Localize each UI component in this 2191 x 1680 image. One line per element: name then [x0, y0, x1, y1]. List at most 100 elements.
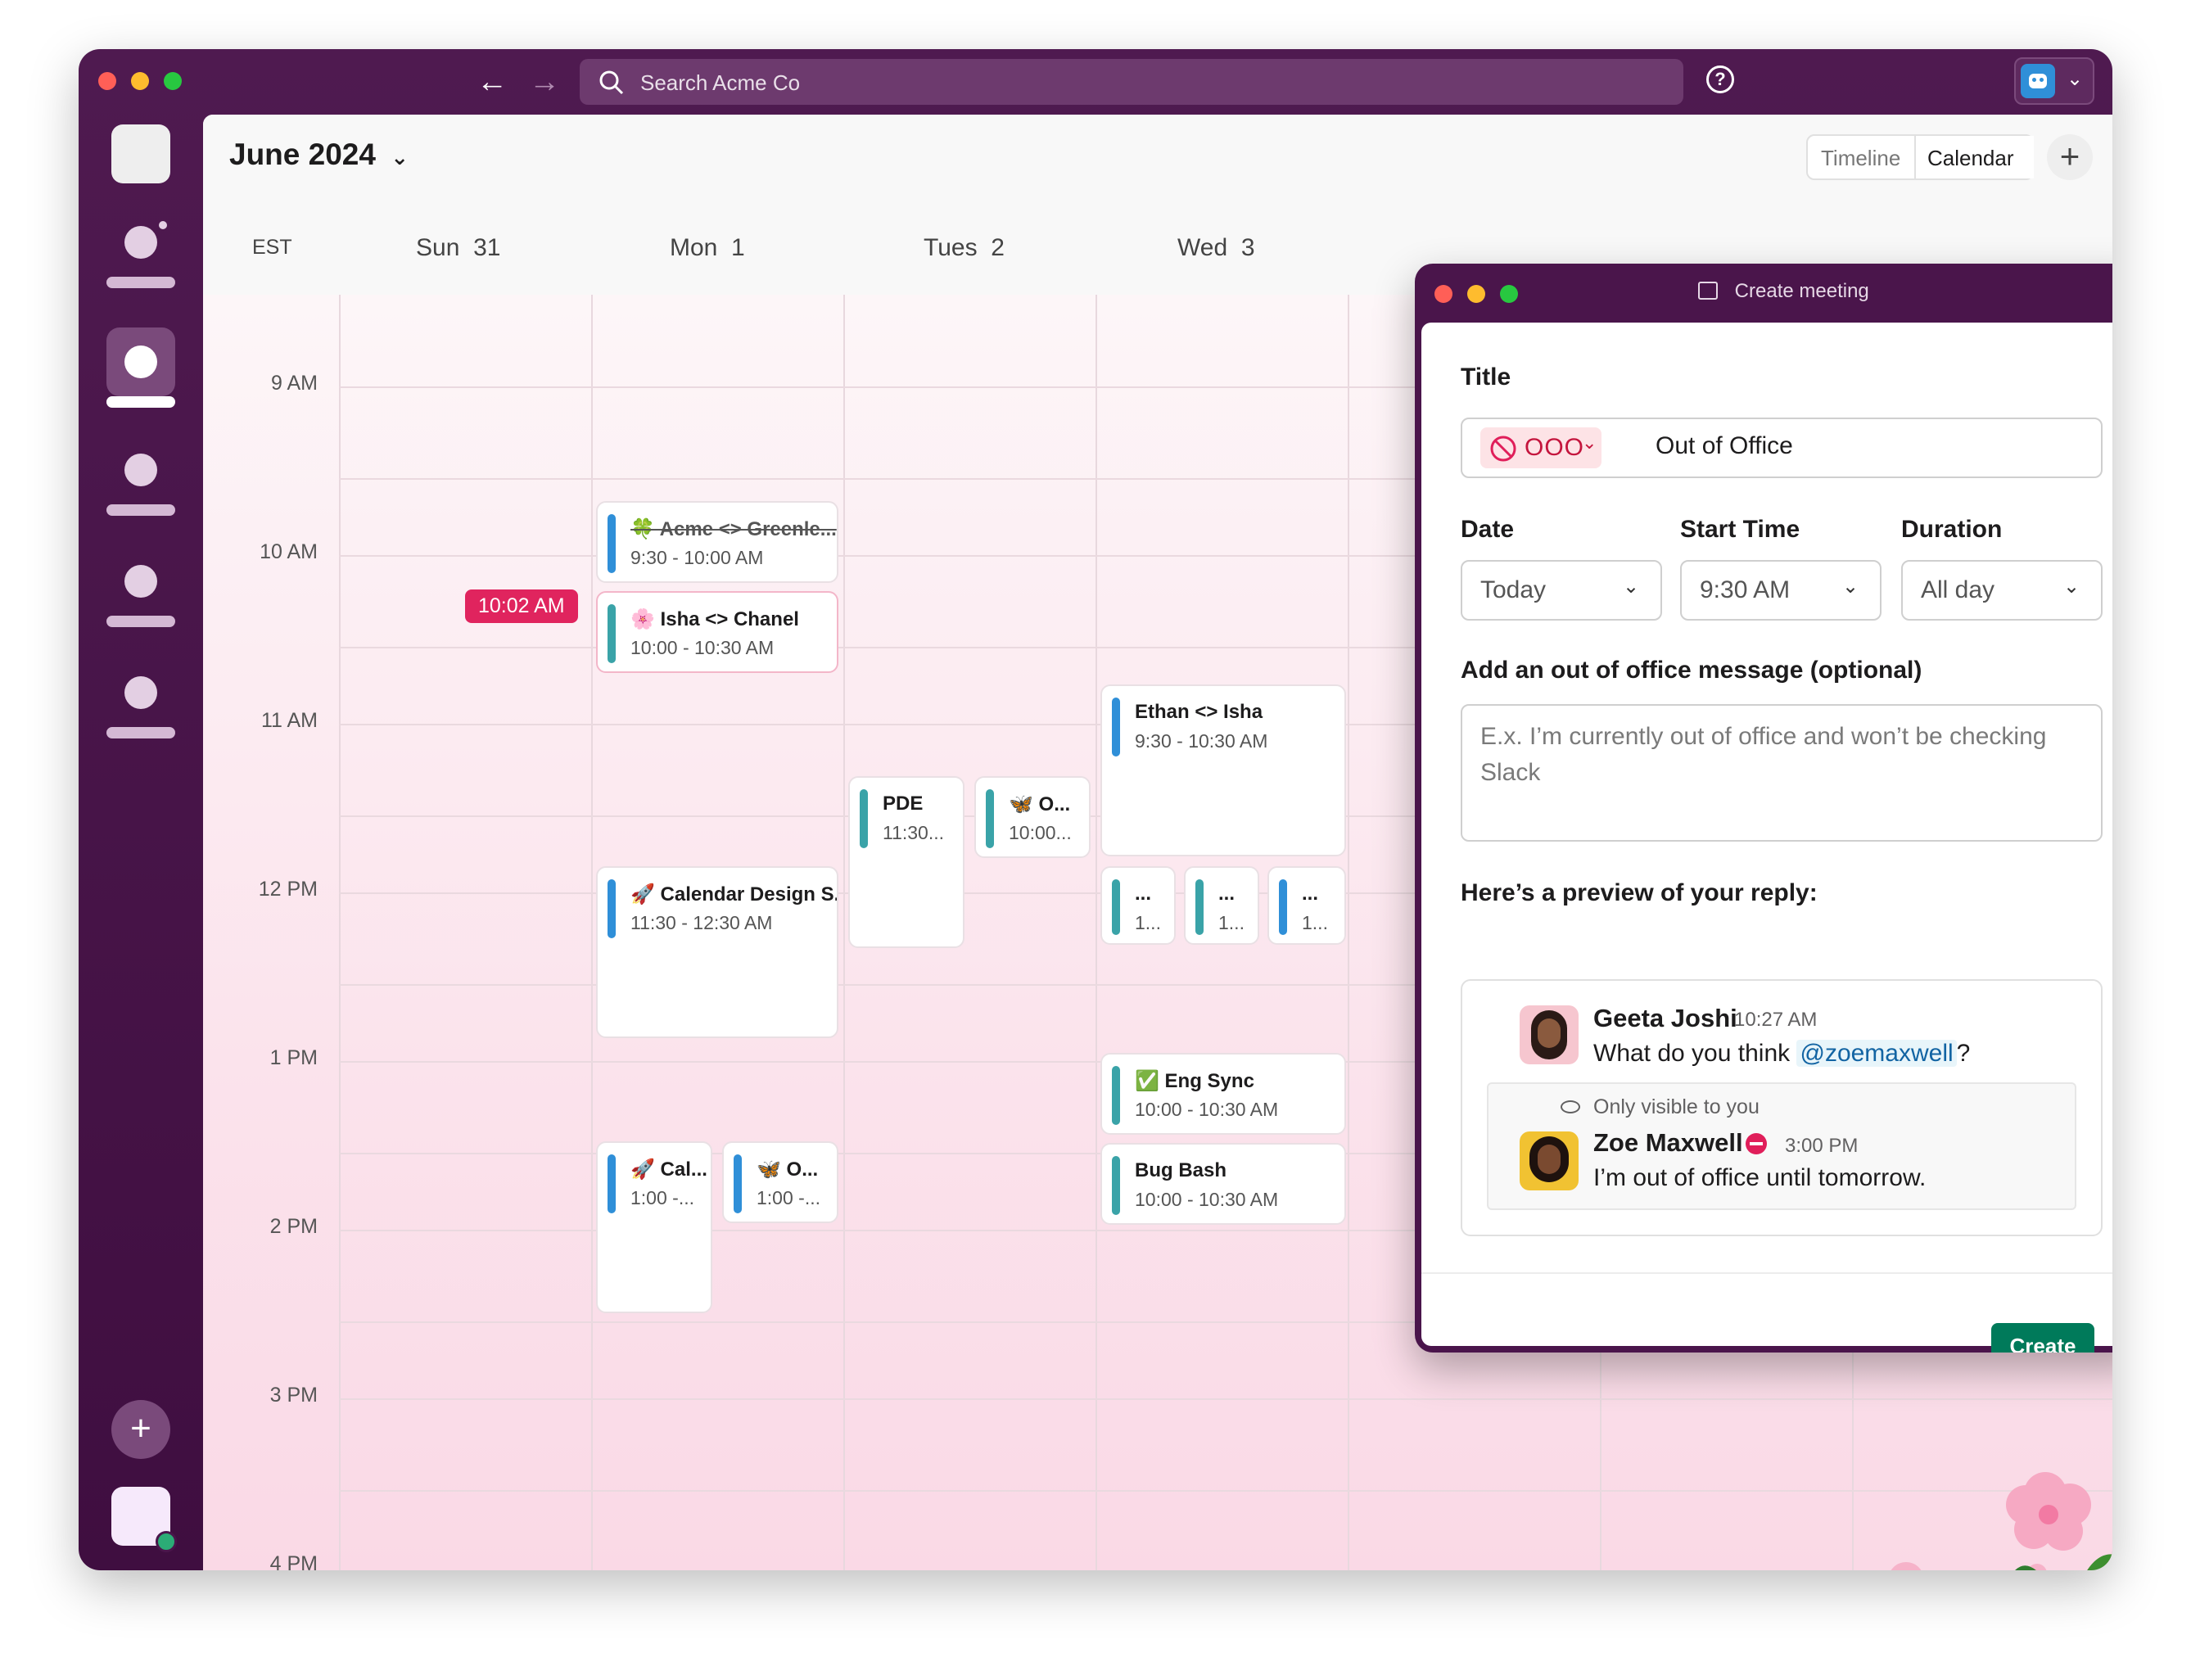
no-entry-icon — [1746, 1133, 1767, 1154]
zoom-dialog-button[interactable] — [1500, 285, 1518, 303]
chevron-down-icon: ⌄ — [1623, 576, 1640, 598]
date-label: Date — [1461, 516, 1515, 543]
message-time-2: 3:00 PM — [1785, 1135, 1859, 1157]
sidebar-item-home[interactable] — [106, 221, 175, 295]
message-text-1: What do you think @zoemaxwell? — [1593, 1040, 1971, 1067]
message-text-2: I’m out of office until tomorrow. — [1593, 1164, 1927, 1191]
day-header-wed[interactable]: Wed 3 — [1177, 234, 1255, 262]
month-selector[interactable]: June 2024 ⌄ — [229, 138, 409, 172]
time-label-9am: 9 AM — [271, 372, 318, 395]
workspace-avatar-button[interactable]: ⌄ — [2014, 57, 2094, 105]
arrow-right-icon[interactable]: → — [529, 65, 560, 98]
event-card[interactable]: 🦋 O... 10:00... — [974, 776, 1091, 858]
event-card[interactable]: 🦋 O... 1:00 -... — [722, 1141, 838, 1223]
help-circle-icon[interactable]: ? — [1706, 65, 1734, 93]
day-header-tues[interactable]: Tues 2 — [924, 234, 1005, 262]
zoe-avatar — [1520, 1131, 1579, 1190]
event-card[interactable]: ... 1... — [1267, 866, 1346, 945]
message-time-1: 10:27 AM — [1734, 1009, 1818, 1031]
event-card[interactable]: Ethan <> Isha 9:30 - 10:30 AM — [1100, 684, 1346, 856]
message-textarea[interactable]: E.x. I’m currently out of office and won… — [1461, 704, 2103, 842]
robot-avatar-icon — [2021, 64, 2055, 98]
time-label-12pm: 12 PM — [258, 878, 318, 901]
arrow-left-icon[interactable]: ← — [477, 65, 508, 98]
day-header-sun[interactable]: Sun 31 — [416, 234, 500, 262]
user-avatar[interactable] — [111, 1487, 177, 1552]
dialog-body: Title OOO ⌄ Out of Office Date Start Tim… — [1421, 323, 2112, 1353]
dialog-divider — [1421, 1272, 2112, 1274]
cherry-blossom-decoration — [1891, 1472, 2112, 1570]
tab-timeline[interactable]: Timeline — [1821, 146, 1900, 171]
search-input[interactable]: Search Acme Co — [580, 59, 1683, 105]
message-label: Add an out of office message (optional) — [1461, 657, 1922, 684]
event-card[interactable]: 🚀 Cal... 1:00 -... — [596, 1141, 712, 1313]
start-time-select[interactable]: 9:30 AM ⌄ — [1680, 560, 1882, 621]
event-card[interactable]: Bug Bash 10:00 - 10:30 AM — [1100, 1143, 1346, 1225]
minimize-dialog-button[interactable] — [1467, 285, 1485, 303]
ephemeral-message: Only visible to you Zoe Maxwell 3:00 PM … — [1487, 1082, 2076, 1210]
time-label-3pm: 3 PM — [269, 1384, 318, 1407]
add-event-button[interactable]: + — [2047, 134, 2093, 180]
zoom-window-button[interactable] — [164, 72, 182, 90]
time-label-11am: 11 AM — [260, 709, 318, 732]
tab-calendar[interactable]: Calendar — [1927, 146, 2014, 171]
search-icon — [599, 70, 624, 95]
search-placeholder: Search Acme Co — [640, 70, 801, 95]
sidebar-item-dms[interactable] — [106, 454, 175, 522]
time-label-2pm: 2 PM — [269, 1215, 318, 1238]
view-toggle: Timeline Calendar — [1806, 134, 2034, 180]
duration-label: Duration — [1901, 516, 2003, 543]
no-entry-icon — [1490, 436, 1516, 462]
sidebar-item-more[interactable] — [106, 676, 175, 745]
app-window: ← → Search Acme Co ? ⌄ + June 2024 ⌄ Tim… — [79, 49, 2112, 1570]
time-label-1pm: 1 PM — [269, 1046, 318, 1069]
status-chip-label: OOO — [1525, 434, 1585, 461]
chevron-down-icon: ⌄ — [391, 145, 409, 169]
start-time-label: Start Time — [1680, 516, 1800, 543]
sender-name-zoe: Zoe Maxwell — [1593, 1128, 1743, 1157]
create-button[interactable]: Create — [1991, 1323, 2094, 1353]
preview-label: Here’s a preview of your reply: — [1461, 879, 1818, 906]
sidebar-item-activity[interactable] — [106, 565, 175, 634]
title-field[interactable]: OOO ⌄ Out of Office — [1461, 418, 2103, 478]
title-label: Title — [1461, 364, 1511, 391]
add-workspace-button[interactable]: + — [111, 1400, 170, 1459]
reply-preview: Geeta Joshi 10:27 AM What do you think @… — [1461, 979, 2103, 1236]
workspace-logo[interactable] — [111, 124, 170, 183]
chevron-down-icon: ⌄ — [1582, 432, 1597, 453]
chevron-down-icon: ⌄ — [1842, 576, 1859, 598]
create-meeting-dialog: Create meeting Title OOO ⌄ Out of Office… — [1415, 264, 2112, 1353]
event-card[interactable]: ... 1... — [1184, 866, 1259, 945]
date-select[interactable]: Today ⌄ — [1461, 560, 1662, 621]
calendar-toolbar: June 2024 ⌄ Timeline Calendar + — [203, 115, 2112, 201]
sender-name-geeta: Geeta Joshi — [1593, 1004, 1737, 1032]
time-label-4pm: 4 PM — [269, 1552, 318, 1570]
chevron-down-icon: ⌄ — [2063, 576, 2080, 598]
timezone-label: EST — [252, 236, 292, 259]
event-card[interactable]: ... 1... — [1100, 866, 1176, 945]
minimize-window-button[interactable] — [131, 72, 149, 90]
event-card[interactable]: PDE 11:30... — [848, 776, 964, 948]
close-window-button[interactable] — [98, 72, 116, 90]
duration-select[interactable]: All day ⌄ — [1901, 560, 2103, 621]
sidebar-item-calendar[interactable] — [106, 327, 175, 408]
event-card[interactable]: ✅ Eng Sync 10:00 - 10:30 AM — [1100, 1053, 1346, 1135]
title-input-value: Out of Office — [1656, 432, 1793, 459]
eye-icon — [1561, 1100, 1580, 1113]
geeta-avatar — [1520, 1005, 1579, 1064]
time-label-10am: 10 AM — [260, 540, 318, 563]
message-placeholder: E.x. I’m currently out of office and won… — [1480, 723, 2047, 786]
event-card[interactable]: 🌸 Isha <> Chanel 10:00 - 10:30 AM — [596, 591, 838, 673]
event-card[interactable]: 🍀 Acme <> Greenle... 9:30 - 10:00 AM — [596, 501, 838, 583]
user-mention[interactable]: @zoemaxwell — [1796, 1040, 1957, 1067]
day-header-mon[interactable]: Mon 1 — [670, 234, 745, 262]
current-time-badge: 10:02 AM — [465, 589, 578, 623]
calendar-icon — [1698, 282, 1718, 300]
chevron-down-icon: ⌄ — [2067, 68, 2084, 90]
status-chip[interactable]: OOO ⌄ — [1480, 427, 1601, 468]
visibility-note: Only visible to you — [1593, 1095, 1760, 1118]
event-card[interactable]: 🚀 Calendar Design S... 11:30 - 12:30 AM — [596, 866, 838, 1038]
dialog-title: Create meeting — [1698, 280, 1869, 303]
close-dialog-button[interactable] — [1434, 285, 1452, 303]
online-status-icon — [156, 1531, 177, 1552]
